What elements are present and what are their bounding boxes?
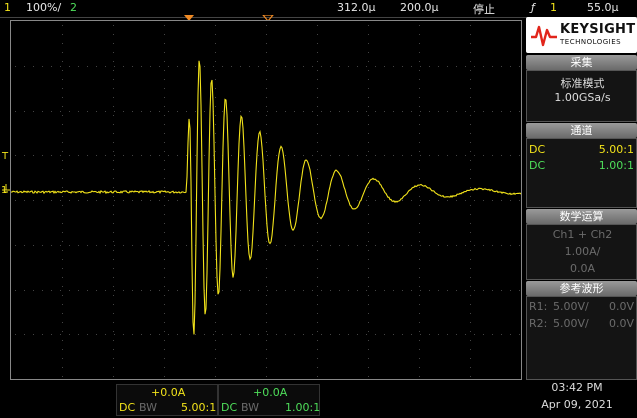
ch2-bottom-probe: 1.00:1 [285,401,321,414]
ref1-scale: 5.00V/ [553,300,589,313]
ch2-bottom-coupling: DC [221,401,238,414]
ch2-probe: 1.00:1 [598,159,634,172]
ch1-probe: 5.00:1 [598,143,634,156]
delay-value[interactable]: 200.0µ [400,1,439,14]
channel-panel[interactable]: DC 5.00:1 DC 1.00:1 [526,138,637,208]
ch2-number[interactable]: 2 [70,1,77,14]
ch2-info-box[interactable]: +0.0A DC BW 1.00:1 [218,384,320,416]
math-header[interactable]: 数学运算 [526,209,637,224]
math-panel[interactable]: Ch1 + Ch2 1.00A/ 0.0A [526,224,637,280]
math-expression: Ch1 + Ch2 [552,228,613,241]
ch1-info-box[interactable]: +0.0A DC BW 5.00:1 [116,384,218,416]
side-panel: KEYSIGHT TECHNOLOGIES 采集 标准模式 1.00GSa/s … [526,17,637,380]
graticule [15,25,520,377]
ch2-bw-limit: BW [241,401,260,414]
ch1-coupling: DC [529,143,546,156]
clock-time: 03:42 PM [551,381,603,394]
timebase-value[interactable]: 312.0µ [337,1,376,14]
channel-row-2[interactable]: DC 1.00:1 [529,159,636,172]
ref1-label: R1: [529,300,548,313]
ref2-scale: 5.00V/ [553,317,589,330]
ref-row-1[interactable]: R1: 5.00V/ 0.0V [529,300,636,313]
trigger-edge-icon: ƒ [531,1,535,14]
keysight-wave-icon [531,25,557,47]
ref1-offset: 0.0V [608,300,634,313]
sample-rate: 1.00GSa/s [554,91,611,104]
ch1-waveform [10,60,522,335]
waveform-display[interactable] [10,20,522,380]
acquire-mode: 标准模式 [560,77,605,90]
brand-name: KEYSIGHT [560,22,636,37]
brand-sub: TECHNOLOGIES [560,38,622,46]
ref2-offset: 0.0V [608,317,634,330]
channel-row-1[interactable]: DC 5.00:1 [529,143,636,156]
ch1-scale[interactable]: 100%/ [26,1,61,14]
waveform-grid[interactable] [10,21,522,379]
trigger-level[interactable]: 55.0µ [587,1,619,14]
trigger-channel[interactable]: 1 [550,1,557,14]
ch1-bottom-coupling: DC [119,401,136,414]
channel-header[interactable]: 通道 [526,123,637,138]
ch1-bw-limit: BW [139,401,158,414]
math-offset: 0.0A [569,262,596,275]
ch1-number[interactable]: 1 [4,1,11,14]
bottom-bar: +0.0A DC BW 5.00:1 +0.0A DC BW 1.00:1 03… [0,381,637,418]
keysight-logo: KEYSIGHT TECHNOLOGIES [526,17,637,53]
acquire-header[interactable]: 采集 [526,55,637,70]
trigger-level-marker[interactable]: T [2,151,8,162]
ref2-label: R2: [529,317,548,330]
ref-row-2[interactable]: R2: 5.00V/ 0.0V [529,317,636,330]
ref-header[interactable]: 参考波形 [526,281,637,296]
ch2-offset: +0.0A [253,386,288,399]
ref-panel[interactable]: R1: 5.00V/ 0.0V R2: 5.00V/ 0.0V [526,296,637,380]
ch1-offset: +0.0A [151,386,186,399]
clock-date: Apr 09, 2021 [541,398,613,411]
ch1-bottom-probe: 5.00:1 [181,401,217,414]
ch2-coupling: DC [529,159,546,172]
acquire-panel[interactable]: 标准模式 1.00GSa/s [526,70,637,122]
math-scale: 1.00A/ [564,245,601,258]
